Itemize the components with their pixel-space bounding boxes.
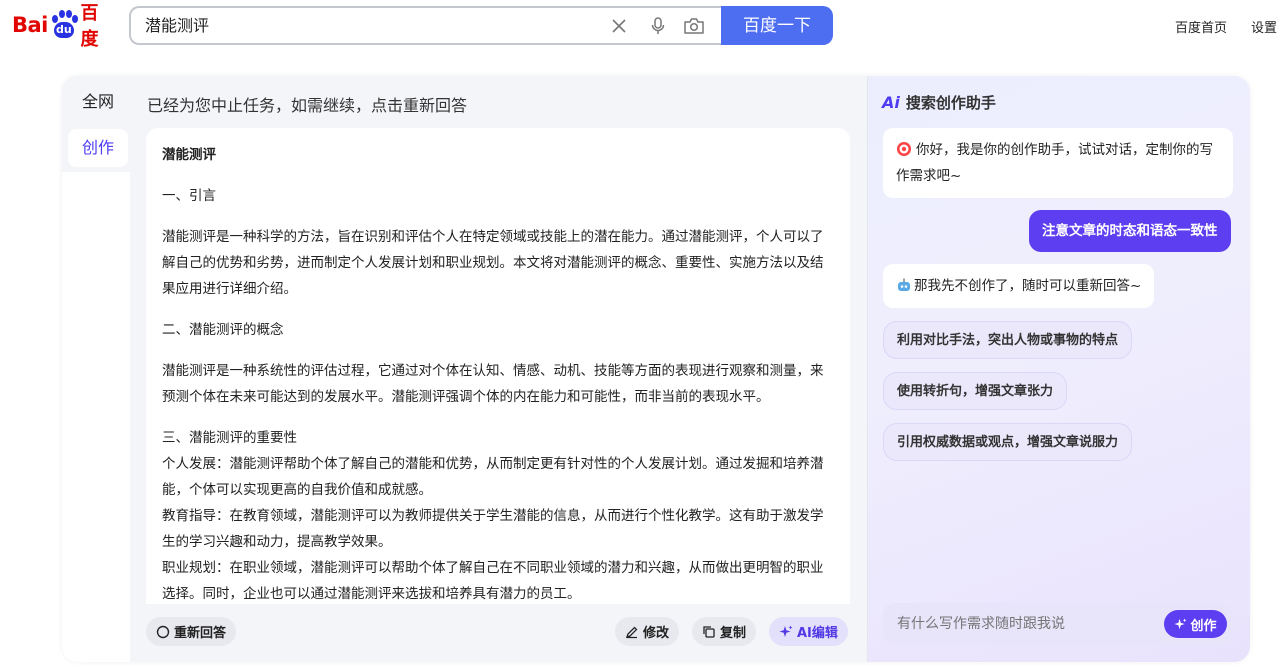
settings-link[interactable]: 设置 bbox=[1251, 17, 1277, 36]
sparkle-icon bbox=[1174, 617, 1188, 631]
refresh-icon bbox=[156, 625, 170, 639]
paragraph: 教育指导：在教育领域，潜能测评可以为教师提供关于学生潜能的信息，从而进行个性化教… bbox=[162, 508, 824, 550]
suggestion-chip[interactable]: 使用转折句，增强文章张力 bbox=[883, 372, 1068, 410]
paragraph: 潜能测评是一种科学的方法，旨在识别和评估个人在特定领域或技能上的潜在能力。通过潜… bbox=[162, 229, 824, 297]
result-card: 全网 创作 已经为您中止任务，如需继续，点击重新回答 潜能测评 一、引言 潜能测… bbox=[62, 76, 1250, 662]
copy-label: 复制 bbox=[720, 626, 747, 641]
logo-text-bai: Bai bbox=[12, 13, 48, 37]
regenerate-label: 重新回答 bbox=[174, 626, 227, 641]
ai-edit-label: AI编辑 bbox=[797, 626, 838, 641]
assistant-title: Ai 搜索创作助手 bbox=[882, 92, 996, 113]
paragraph: 潜能测评是一种系统性的评估过程，它通过对个体在认知、情感、动机、技能等方面的表现… bbox=[162, 363, 824, 405]
pencil-icon bbox=[625, 625, 639, 639]
ai-edit-button[interactable]: AI编辑 bbox=[769, 617, 848, 646]
microphone-icon[interactable] bbox=[648, 16, 668, 36]
logo-text-cn: 百度 bbox=[80, 3, 99, 50]
reply-text: 那我先不创作了，随时可以重新回答~ bbox=[914, 278, 1142, 294]
target-icon bbox=[896, 140, 912, 156]
tab-all-web[interactable]: 全网 bbox=[68, 83, 128, 121]
header: Bai du 百度 百度一下 百度首页 设置 bbox=[0, 0, 1281, 52]
paragraph: 二、潜能测评的概念 bbox=[162, 322, 284, 338]
paragraph: 个人发展：潜能测评帮助个体了解自己的潜能和优势，从而制定更有针对性的个人发展计划… bbox=[162, 456, 824, 498]
side-tabs: 全网 创作 bbox=[62, 76, 130, 172]
baidu-logo[interactable]: Bai du 百度 bbox=[12, 3, 116, 50]
camera-icon[interactable] bbox=[683, 16, 704, 36]
suggestion-chip[interactable]: 利用对比手法，突出人物或事物的特点 bbox=[883, 321, 1133, 359]
search-box bbox=[129, 6, 723, 45]
assistant-reply: 那我先不创作了，随时可以重新回答~ bbox=[883, 264, 1155, 308]
assistant-input[interactable] bbox=[897, 603, 1147, 645]
ai-logo-icon: Ai bbox=[882, 93, 900, 112]
status-notice: 已经为您中止任务，如需继续，点击重新回答 bbox=[147, 96, 468, 115]
tab-create[interactable]: 创作 bbox=[68, 129, 128, 167]
search-input[interactable] bbox=[145, 8, 585, 43]
search-button[interactable]: 百度一下 bbox=[721, 6, 833, 45]
logo-text-du: du bbox=[53, 22, 74, 38]
paragraph: 一、引言 bbox=[162, 188, 216, 204]
edit-button[interactable]: 修改 bbox=[615, 617, 680, 646]
sparkle-icon bbox=[779, 625, 793, 639]
assistant-title-text: 搜索创作助手 bbox=[905, 94, 996, 112]
assistant-greeting: 你好，我是你的创作助手，试试对话，定制你的写作需求吧~ bbox=[883, 128, 1233, 198]
regenerate-button[interactable]: 重新回答 bbox=[146, 617, 237, 646]
user-message: 注意文章的时态和语态一致性 bbox=[1029, 210, 1231, 252]
document-title: 潜能测评 bbox=[162, 147, 216, 163]
copy-button[interactable]: 复制 bbox=[692, 617, 757, 646]
create-label: 创作 bbox=[1190, 617, 1217, 633]
home-link[interactable]: 百度首页 bbox=[1175, 17, 1227, 36]
paw-icon: du bbox=[49, 10, 79, 40]
generated-document: 潜能测评 一、引言 潜能测评是一种科学的方法，旨在识别和评估个人在特定领域或技能… bbox=[146, 128, 850, 604]
paragraph: 职业规划：在职业领域，潜能测评可以帮助个体了解自己在不同职业领域的潜力和兴趣，从… bbox=[162, 560, 824, 602]
suggestion-chip[interactable]: 引用权威数据或观点，增强文章说服力 bbox=[883, 423, 1133, 461]
greeting-text: 你好，我是你的创作助手，试试对话，定制你的写作需求吧~ bbox=[896, 142, 1213, 184]
copy-icon bbox=[702, 625, 716, 639]
paragraph: 三、潜能测评的重要性 bbox=[162, 430, 297, 446]
create-button[interactable]: 创作 bbox=[1164, 610, 1227, 638]
edit-label: 修改 bbox=[643, 626, 670, 641]
clear-icon[interactable] bbox=[609, 16, 629, 36]
robot-icon bbox=[896, 276, 912, 292]
